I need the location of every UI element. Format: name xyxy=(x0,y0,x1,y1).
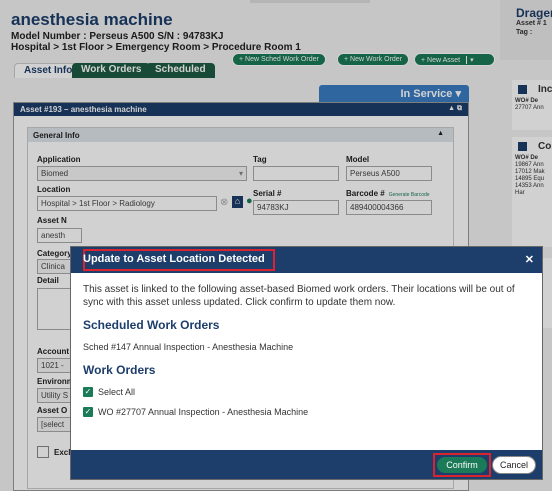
cancel-button[interactable]: Cancel xyxy=(492,456,536,474)
close-icon[interactable]: ✕ xyxy=(525,253,534,266)
checkbox-checked-icon[interactable]: ✓ xyxy=(83,387,93,397)
work-order-label: WO #27707 Annual Inspection - Anesthesia… xyxy=(98,407,309,417)
modal-message: This asset is linked to the following as… xyxy=(83,284,515,308)
modal-footer: Confirm Cancel xyxy=(71,450,542,479)
select-all-label: Select All xyxy=(98,387,136,397)
select-all-row[interactable]: ✓ Select All xyxy=(83,387,530,397)
modal-body: This asset is linked to the following as… xyxy=(71,273,542,426)
work-order-row[interactable]: ✓ WO #27707 Annual Inspection - Anesthes… xyxy=(83,407,530,417)
checkbox-checked-icon[interactable]: ✓ xyxy=(83,407,93,417)
modal-header: Update to Asset Location Detected ✕ xyxy=(71,247,542,273)
scheduled-item: Sched #147 Annual Inspection - Anesthesi… xyxy=(83,342,294,352)
confirm-button[interactable]: Confirm xyxy=(437,457,487,473)
modal-title: Update to Asset Location Detected xyxy=(83,253,265,265)
location-update-modal: Update to Asset Location Detected ✕ This… xyxy=(70,246,543,480)
confirm-highlight-box: Confirm xyxy=(433,453,491,477)
work-orders-heading: Work Orders xyxy=(83,363,156,377)
scheduled-heading: Scheduled Work Orders xyxy=(83,318,220,332)
